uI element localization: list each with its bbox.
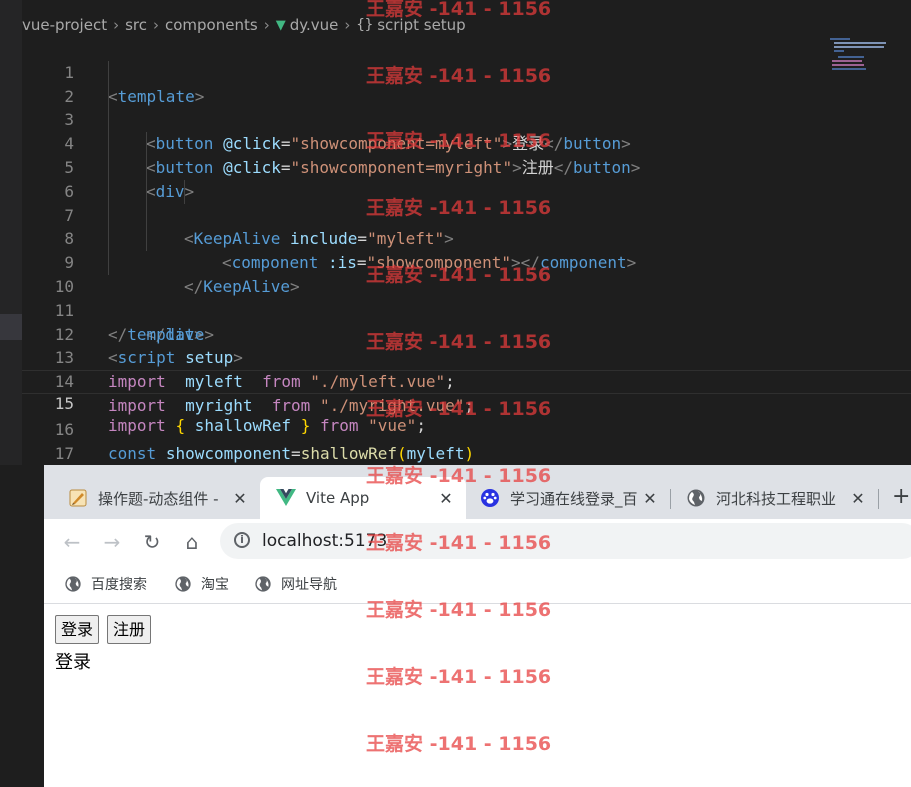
bookmark-taobao[interactable]: 淘宝: [174, 565, 229, 603]
code-line[interactable]: 12 <script setup>: [22, 299, 911, 368]
edit-favicon-icon: [68, 488, 88, 508]
address-bar[interactable]: i localhost:5173: [220, 523, 911, 559]
code-editor[interactable]: vue-project › src › components › ▼ dy.vu…: [0, 0, 911, 487]
code-line[interactable]: 13 import myleft from "./myleft.vue";: [22, 323, 911, 391]
code-area[interactable]: 1 <template> 2 <button @click="showcompo…: [22, 37, 911, 487]
tab-xuexitong-login[interactable]: 学习通在线登录_百 ✕: [466, 477, 670, 519]
vue-favicon-icon: [276, 488, 296, 508]
code-line[interactable]: 2 <button @click="showcomponent=myleft">…: [22, 60, 911, 153]
forward-button[interactable]: →: [99, 529, 125, 555]
breadcrumb: vue-project › src › components › ▼ dy.vu…: [22, 12, 466, 38]
activity-bar: [0, 0, 22, 465]
reload-button[interactable]: ↻: [139, 529, 165, 555]
vue-file-icon: ▼: [275, 17, 286, 33]
globe-icon: [174, 575, 192, 593]
breadcrumb-src[interactable]: src: [125, 16, 147, 34]
url-text[interactable]: localhost:5173: [262, 523, 387, 559]
code-line[interactable]: 11 </template>: [22, 275, 911, 344]
code-line[interactable]: 3 <button @click="showcomponent=myright"…: [22, 84, 911, 177]
chevron-right-icon: ›: [113, 16, 120, 34]
breadcrumb-symbol[interactable]: script setup: [377, 16, 466, 34]
code-line[interactable]: 4 <div>: [22, 108, 911, 201]
code-line[interactable]: 10 </div>: [22, 251, 911, 344]
line-number: 17: [54, 443, 74, 463]
component-output-text: 登录: [55, 652, 91, 673]
tab-vite-app[interactable]: Vite App ✕: [260, 477, 466, 519]
code-line[interactable]: 6 <KeepAlive include="myleft">: [22, 155, 911, 248]
tab-dynamic-component-exercise[interactable]: 操作题-动态组件 - ✕: [44, 477, 260, 519]
braces-icon: {}: [356, 17, 374, 33]
bookmarks-bar: 百度搜索 淘宝 网址导航: [44, 565, 911, 604]
code-line[interactable]: 5: [22, 132, 911, 177]
globe-icon: [686, 488, 706, 508]
globe-icon: [64, 575, 82, 593]
code-line[interactable]: 1 <template>: [22, 37, 911, 106]
login-button[interactable]: 登录: [55, 615, 100, 644]
code-line-current[interactable]: 15 import { shallowRef } from "vue";: [22, 370, 911, 435]
home-button[interactable]: ⌂: [179, 529, 205, 555]
close-icon[interactable]: ✕: [846, 489, 870, 508]
close-icon[interactable]: ✕: [638, 489, 662, 508]
code-line[interactable]: 16 const showcomponent=shallowRef(myleft…: [22, 394, 911, 463]
page-viewport: 登录 注册 登录: [44, 604, 911, 787]
new-tab-button[interactable]: +: [892, 485, 910, 509]
info-icon[interactable]: i: [234, 532, 250, 548]
globe-icon: [254, 575, 272, 593]
register-button[interactable]: 注册: [107, 615, 152, 644]
chevron-right-icon: ›: [263, 16, 270, 34]
activity-bar-active-marker: [0, 314, 22, 340]
minimap[interactable]: [828, 38, 886, 72]
code-line[interactable]: 14 import myright from "./myright.vue";: [22, 346, 911, 415]
bookmark-baidu-search[interactable]: 百度搜索: [64, 565, 147, 603]
code-line[interactable]: 9: [22, 227, 911, 272]
baidu-paw-icon: [480, 488, 500, 508]
close-icon[interactable]: ✕: [228, 489, 252, 508]
bookmark-url-nav[interactable]: 网址导航: [254, 565, 337, 603]
back-button[interactable]: ←: [59, 529, 85, 555]
code-line[interactable]: 8 </KeepAlive>: [22, 203, 911, 296]
browser-toolbar: ← → ↻ ⌂ i localhost:5173: [44, 519, 911, 565]
tab-hebei-sci-tech-vocational[interactable]: 河北科技工程职业 ✕: [672, 477, 878, 519]
code-line[interactable]: 7 <component :is="showcomponent"></compo…: [22, 179, 911, 272]
breadcrumb-components[interactable]: components: [165, 16, 258, 34]
breadcrumb-file[interactable]: dy.vue: [290, 16, 339, 34]
browser-window: 操作题-动态组件 - ✕ Vite App ✕ 学习通在线登录_百 ✕ 河北科技…: [44, 465, 911, 787]
chevron-right-icon: ›: [153, 16, 159, 34]
close-icon[interactable]: ✕: [434, 489, 458, 508]
tab-strip: 操作题-动态组件 - ✕ Vite App ✕ 学习通在线登录_百 ✕ 河北科技…: [44, 465, 911, 519]
breadcrumb-project[interactable]: vue-project: [22, 16, 107, 34]
code-line[interactable]: 17 </script>: [22, 418, 911, 487]
chevron-right-icon: ›: [344, 16, 351, 34]
